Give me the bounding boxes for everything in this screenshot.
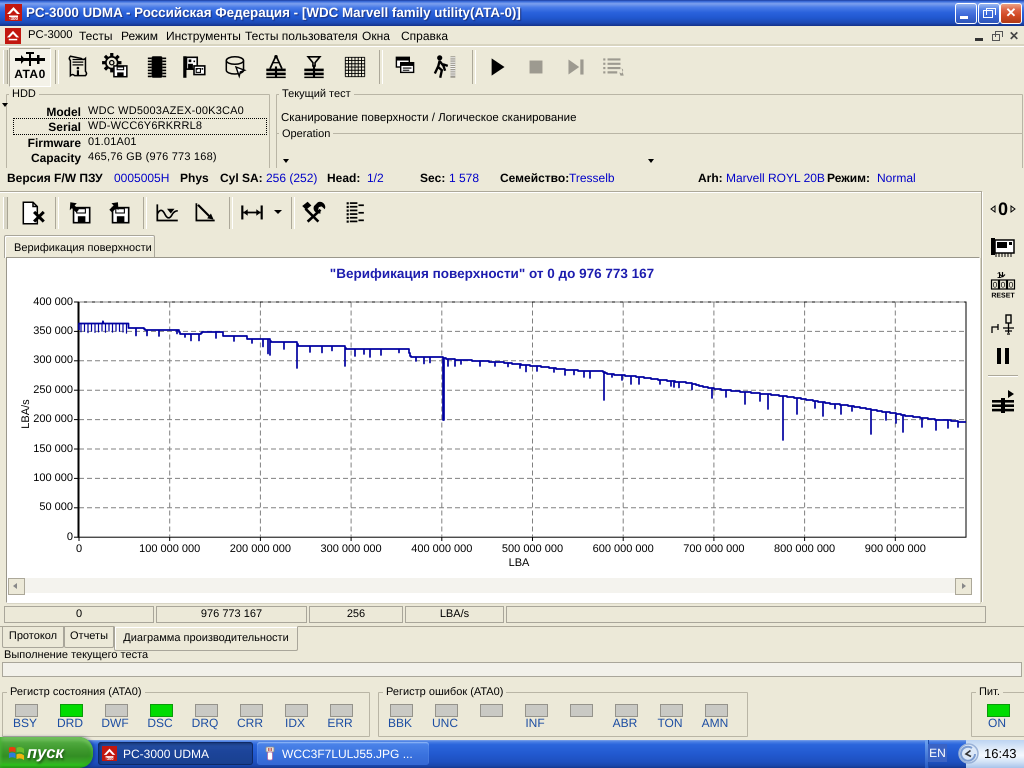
svg-text:0: 0 <box>993 281 998 290</box>
svg-text:0: 0 <box>998 199 1008 219</box>
svg-text:0: 0 <box>1001 281 1006 290</box>
svg-text:0: 0 <box>1009 281 1014 290</box>
svg-text:-300: -300 <box>106 757 114 761</box>
svg-text:RESET: RESET <box>991 293 1015 300</box>
